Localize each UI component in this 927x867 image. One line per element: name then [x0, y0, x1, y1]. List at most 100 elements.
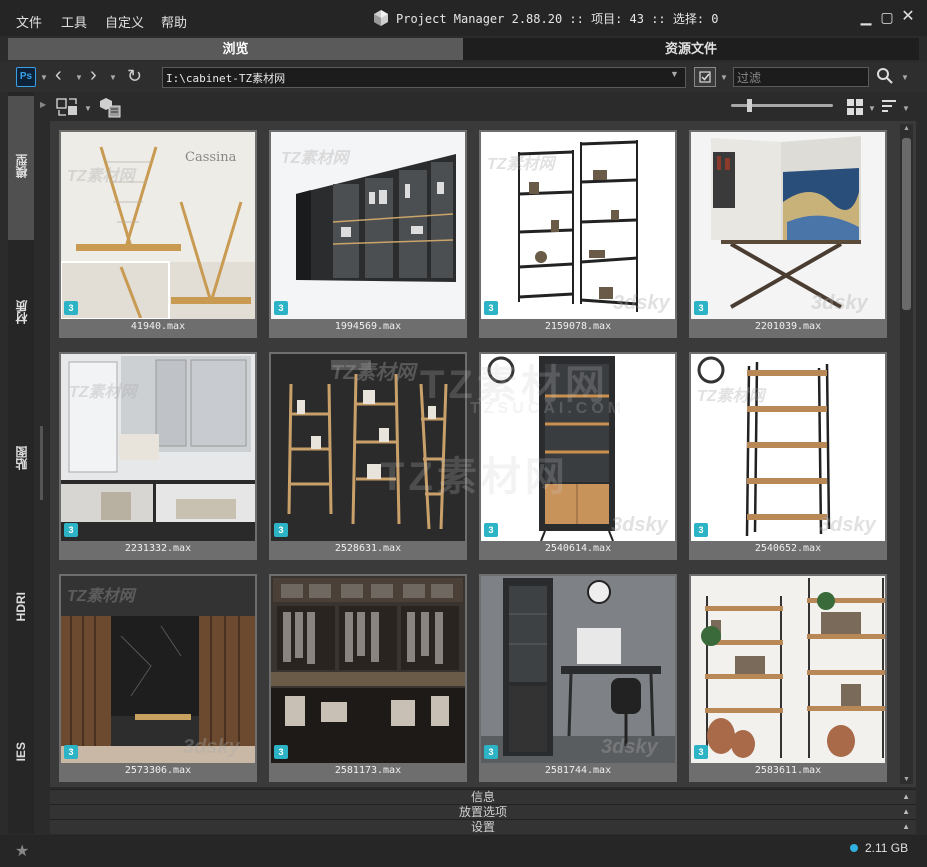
select-check-icon[interactable]	[694, 67, 716, 87]
grid-view-dropdown-icon[interactable]: ▼	[868, 104, 876, 113]
asset-tile[interactable]: TZ素材网 3dsky 3 2540652.max	[689, 352, 887, 560]
asset-tile[interactable]: 3 2583611.max	[689, 574, 887, 782]
back-dropdown-icon[interactable]: ▼	[75, 73, 83, 82]
select-dropdown-icon[interactable]: ▼	[720, 73, 728, 82]
favorites-star-icon[interactable]: ★	[15, 841, 29, 861]
watermark-text: 3dsky	[601, 736, 658, 758]
back-icon[interactable]: ‹	[55, 65, 62, 85]
status-bar	[0, 835, 927, 867]
asset-tile[interactable]: 3dsky 3 2201039.max	[689, 130, 887, 338]
asset-tile[interactable]: TZ素材网 3dsky 3 2573306.max	[59, 574, 257, 782]
photoshop-icon[interactable]: Ps	[16, 67, 36, 87]
tab-asset-files[interactable]: 资源文件	[463, 38, 919, 60]
asset-tile[interactable]: 3dsky 3 2581744.max	[479, 574, 677, 782]
asset-thumbnail: 3dsky	[481, 576, 675, 763]
asset-tile[interactable]: TZ素材网 3 2231332.max	[59, 352, 257, 560]
3dsmax-badge-icon: 3	[64, 301, 78, 315]
sort-icon[interactable]	[880, 98, 898, 119]
3dsmax-badge-icon: 3	[484, 523, 498, 537]
watermark-text: 3dsky	[613, 292, 670, 314]
side-tab-materials[interactable]: 材质	[8, 300, 34, 327]
watermark-text: TZ素材网	[697, 388, 765, 405]
asset-tile[interactable]: 3 2581173.max	[269, 574, 467, 782]
brand-watermark: Cassina	[185, 150, 237, 165]
menu-customize[interactable]: 自定义	[105, 12, 144, 31]
watermark-text: 3dsky	[183, 736, 240, 758]
collapse-icon[interactable]: ▲	[902, 820, 910, 834]
watermark-text: TZ素材网	[487, 156, 555, 173]
panel-info-label: 信息	[470, 790, 495, 804]
app-logo-icon	[374, 10, 388, 26]
menu-file[interactable]: 文件	[16, 12, 42, 31]
asset-name: 2573306.max	[124, 765, 192, 776]
close-button[interactable]: ✕	[899, 8, 917, 26]
tab-browse[interactable]: 浏览	[8, 38, 463, 60]
sort-dropdown-icon[interactable]: ▼	[902, 104, 910, 113]
asset-thumbnail: TZ素材网 3dsky	[691, 354, 885, 541]
minimize-button[interactable]: ▁	[857, 8, 875, 26]
asset-name: 2201039.max	[754, 321, 822, 332]
ps-dropdown-icon[interactable]: ▼	[40, 73, 48, 82]
panel-placement-options[interactable]: 放置选项 ▲	[50, 804, 916, 819]
scroll-down-icon[interactable]: ▼	[903, 776, 910, 783]
panel-info[interactable]: 信息 ▲	[50, 789, 916, 804]
overlay-watermark: TZ素材网	[380, 455, 569, 499]
maximize-button[interactable]: ▢	[878, 8, 896, 26]
scroll-up-icon[interactable]: ▲	[903, 125, 910, 132]
side-tab-ies[interactable]: IES	[8, 742, 34, 764]
asset-name: 2583611.max	[754, 765, 822, 776]
model-info-icon[interactable]	[98, 96, 122, 121]
expand-arrow-icon[interactable]: ▶	[40, 100, 46, 109]
asset-name: 2159078.max	[544, 321, 612, 332]
swap-view-icon[interactable]	[56, 96, 80, 121]
scrollbar-thumb[interactable]	[902, 138, 911, 310]
collapse-icon[interactable]: ▲	[902, 805, 910, 819]
path-input[interactable]: I:\cabinet-TZ素材网	[166, 70, 285, 86]
refresh-icon[interactable]: ↻	[127, 66, 142, 86]
asset-tile[interactable]: TZ素材网 3 1994569.max	[269, 130, 467, 338]
watermark-text: TZ素材网	[281, 150, 349, 167]
panel-settings-label: 设置	[470, 820, 495, 834]
asset-thumbnail: TZ素材网 Cassina	[61, 132, 255, 319]
watermark-text: 3dsky	[819, 514, 876, 536]
collapse-icon[interactable]: ▲	[902, 790, 910, 804]
asset-name: 2528631.max	[334, 543, 402, 554]
disk-space-text: 2.11 GB	[865, 841, 909, 855]
watermark-text: TZ素材网	[331, 362, 416, 384]
3dsmax-badge-icon: 3	[64, 523, 78, 537]
splitter-grip[interactable]	[40, 426, 43, 500]
forward-icon[interactable]: ›	[90, 65, 97, 85]
3dsmax-badge-icon: 3	[694, 745, 708, 759]
menu-help[interactable]: 帮助	[161, 12, 187, 31]
search-dropdown-icon[interactable]: ▼	[901, 73, 909, 82]
asset-name: 2540614.max	[544, 543, 612, 554]
asset-thumbnail: TZ素材网 3dsky	[61, 576, 255, 763]
watermark-text: 3dsky	[611, 514, 668, 536]
3dsmax-badge-icon: 3	[694, 523, 708, 537]
watermark-text: TZ素材网	[67, 588, 135, 605]
forward-dropdown-icon[interactable]: ▼	[109, 73, 117, 82]
asset-name: 1994569.max	[334, 321, 402, 332]
asset-name: 2540652.max	[754, 543, 822, 554]
filter-input[interactable]: 过滤	[737, 69, 761, 86]
thumbnail-size-handle[interactable]	[747, 99, 752, 112]
panel-placement-label: 放置选项	[458, 805, 507, 819]
panel-settings[interactable]: 设置 ▲	[50, 819, 916, 834]
side-tab-hdri[interactable]: HDRI	[8, 592, 34, 624]
3dsmax-badge-icon: 3	[274, 745, 288, 759]
side-tab-models[interactable]: 模型	[8, 96, 34, 240]
swap-view-dropdown-icon[interactable]: ▼	[84, 104, 92, 113]
asset-thumbnail	[271, 576, 465, 763]
menu-tools[interactable]: 工具	[61, 12, 87, 31]
grid-view-icon[interactable]	[846, 98, 864, 119]
3dsmax-badge-icon: 3	[694, 301, 708, 315]
asset-tile[interactable]: TZ素材网 3dsky 3 2159078.max	[479, 130, 677, 338]
asset-tile[interactable]: TZ素材网 Cassina 3 41940.max	[59, 130, 257, 338]
path-dropdown-icon[interactable]: ▼	[670, 69, 679, 79]
3dsmax-badge-icon: 3	[274, 523, 288, 537]
side-tab-textures[interactable]: 贴图	[8, 446, 34, 473]
3dsmax-badge-icon: 3	[274, 301, 288, 315]
watermark-text: 3dsky	[811, 292, 868, 314]
search-icon[interactable]	[876, 67, 894, 88]
asset-thumbnail: 3dsky	[691, 132, 885, 319]
